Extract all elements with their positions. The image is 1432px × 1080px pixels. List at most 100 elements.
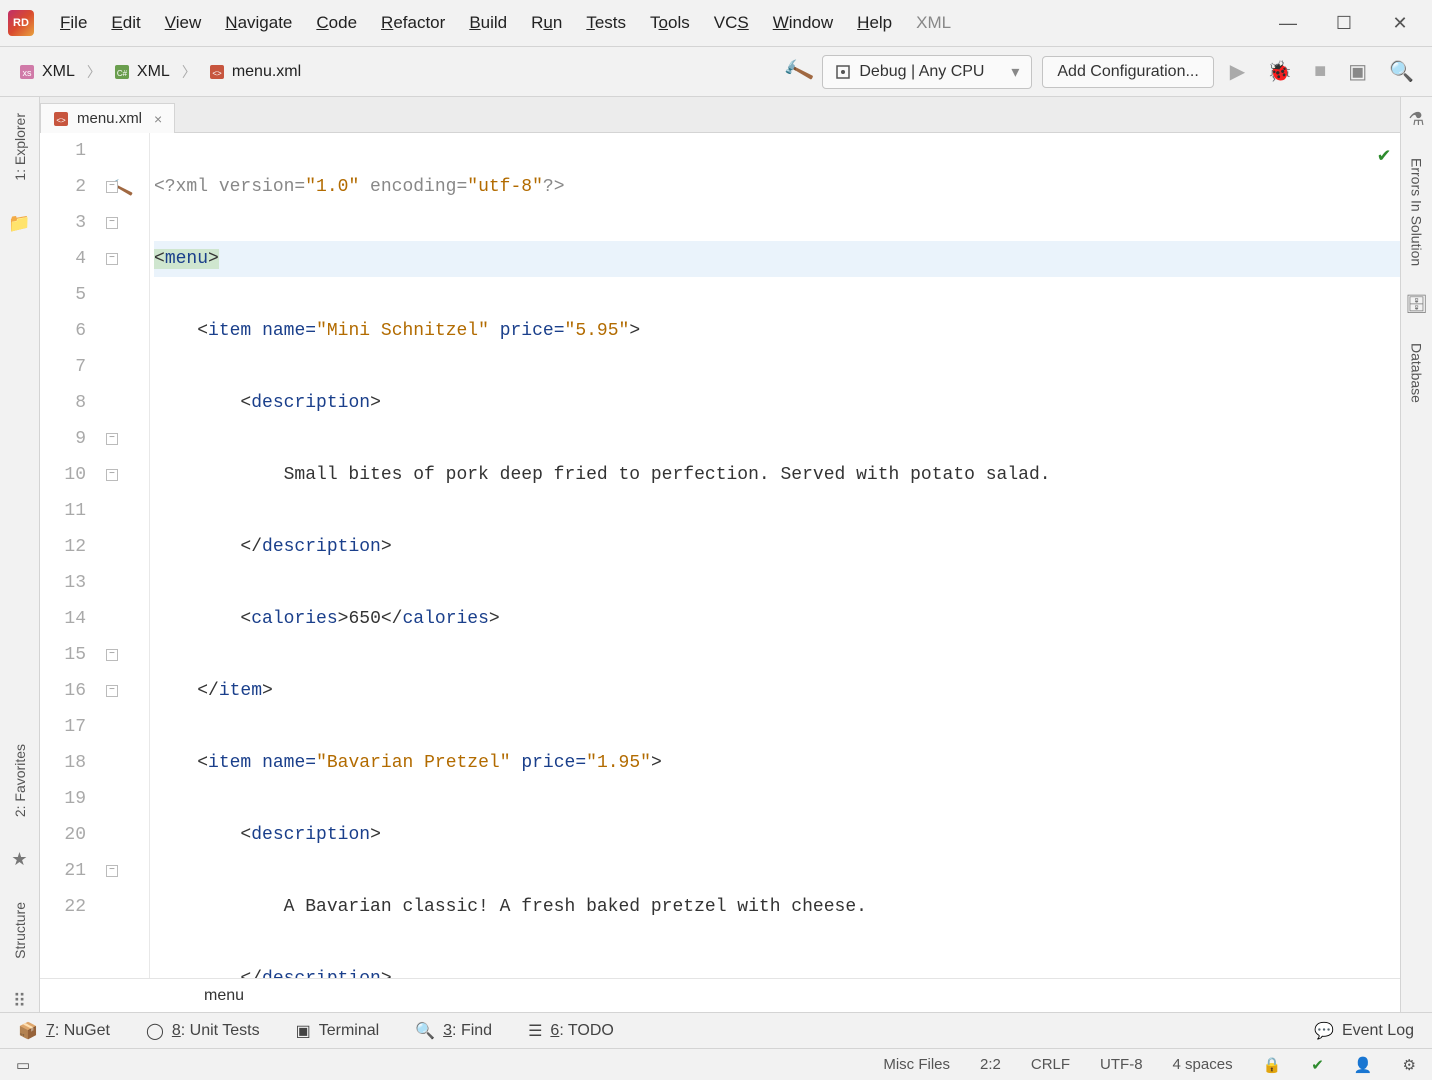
debug-config-icon [835,64,851,80]
add-configuration-button[interactable]: Add Configuration... [1042,56,1213,88]
flask-icon[interactable]: ⚗ [1408,109,1424,130]
menu-build[interactable]: Build [459,9,517,37]
menu-navigate[interactable]: Navigate [215,9,302,37]
close-icon[interactable]: ✕ [1388,11,1412,35]
inspection-ok-icon: ✔ [1378,139,1390,175]
menu-vcs[interactable]: VCS [704,9,759,37]
list-icon: ☰ [528,1021,542,1041]
menu-xml[interactable]: XML [906,9,961,37]
database-tool-button[interactable]: Database [1409,335,1425,411]
editor-breadcrumb[interactable]: menu [40,978,1400,1012]
status-bar: ▭ Misc Files 2:2 CRLF UTF-8 4 spaces 🔒 ✔… [0,1048,1432,1080]
star-icon[interactable]: ★ [11,849,27,870]
status-caret-position[interactable]: 2:2 [976,1056,1005,1073]
fold-toggle-icon[interactable]: − [106,217,118,229]
menu-code[interactable]: Code [306,9,367,37]
svg-text:xs: xs [23,68,33,78]
menu-edit[interactable]: Edit [101,9,150,37]
minimize-icon[interactable]: — [1276,11,1300,35]
toolbar: xs XML 〉 C# XML 〉 <> menu.xml 🔨 Debug | … [0,47,1432,97]
run-icon[interactable]: ▶ [1224,57,1251,86]
menu-view[interactable]: View [155,9,212,37]
breadcrumb-project[interactable]: C# XML [107,61,176,83]
menu-help[interactable]: Help [847,9,902,37]
breadcrumb-node: menu [204,987,244,1005]
attach-process-icon[interactable]: ▣ [1342,57,1373,86]
menu-file[interactable]: File [50,9,97,37]
right-tool-rail: ⚗ Errors In Solution 🗄 Database [1400,97,1432,1012]
inspection-status-icon[interactable]: ✔ [1307,1056,1328,1074]
fold-toggle-icon[interactable]: − [106,181,118,193]
menu-refactor[interactable]: Refactor [371,9,455,37]
lock-icon[interactable]: 🔒 [1259,1056,1286,1074]
menu-window[interactable]: Window [763,9,843,37]
breadcrumb-file[interactable]: <> menu.xml [202,61,307,83]
breadcrumb-label: XML [42,63,75,81]
app-logo-icon: RD [8,10,34,36]
fold-gutter: 🔨 − − − − − − − − [104,133,150,978]
bottom-tool-bar: 📦7: NuGet ◯8: Unit Tests ▣Terminal 🔍3: F… [0,1012,1432,1048]
xml-file-icon: <> [53,111,69,127]
tests-icon: ◯ [146,1021,164,1041]
find-tool-button[interactable]: 🔍3: Find [415,1021,492,1041]
xml-file-icon: <> [208,63,226,81]
tool-windows-icon[interactable]: ▭ [12,1056,34,1074]
menu-run[interactable]: Run [521,9,572,37]
status-encoding[interactable]: UTF-8 [1096,1056,1147,1073]
run-config-dropdown[interactable]: Debug | Any CPU ▾ [822,55,1032,89]
status-misc-files[interactable]: Misc Files [879,1056,954,1073]
search-icon[interactable]: 🔍 [1383,57,1420,86]
structure-tool-button[interactable]: Structure [12,894,28,967]
terminal-icon: ▣ [296,1021,311,1041]
run-config-label: Debug | Any CPU [859,63,984,81]
todo-tool-button[interactable]: ☰6: TODO [528,1021,614,1041]
event-log-button[interactable]: 💬Event Log [1314,1021,1414,1041]
menubar: RD File Edit View Navigate Code Refactor… [0,0,1432,47]
stop-icon[interactable]: ■ [1308,58,1332,85]
left-tool-rail: 1: Explorer 📁 2: Favorites ★ Structure ⠿ [0,97,40,1012]
fold-toggle-icon[interactable]: − [106,253,118,265]
unit-tests-tool-button[interactable]: ◯8: Unit Tests [146,1021,260,1041]
nuget-icon: 📦 [18,1021,38,1041]
database-icon[interactable]: 🗄 [1405,294,1428,315]
chevron-right-icon: 〉 [87,62,101,82]
nuget-tool-button[interactable]: 📦7: NuGet [18,1021,110,1041]
svg-text:<>: <> [56,116,66,125]
maximize-icon[interactable]: ☐ [1332,11,1356,35]
build-hammer-icon[interactable]: 🔨 [781,55,816,89]
chat-icon: 💬 [1314,1021,1334,1041]
fold-toggle-icon[interactable]: − [106,469,118,481]
csharp-project-icon: C# [113,63,131,81]
editor-tab[interactable]: <> menu.xml × [40,103,175,133]
errors-tool-button[interactable]: Errors In Solution [1409,150,1425,274]
svg-text:<>: <> [212,69,222,78]
editor-tabbar: <> menu.xml × [40,97,1400,133]
folder-icon[interactable]: 📁 [8,213,30,234]
status-line-ending[interactable]: CRLF [1027,1056,1074,1073]
svg-text:C#: C# [117,69,128,78]
favorites-tool-button[interactable]: 2: Favorites [12,736,28,825]
status-indent[interactable]: 4 spaces [1169,1056,1237,1073]
code-editor[interactable]: 12345678910111213141516171819202122 🔨 − … [40,133,1400,978]
fold-toggle-icon[interactable]: − [106,685,118,697]
line-number-gutter: 12345678910111213141516171819202122 [40,133,104,978]
menu-tools[interactable]: Tools [640,9,700,37]
editor-column: <> menu.xml × 12345678910111213141516171… [40,97,1400,1012]
debug-bug-icon[interactable]: 🐞 [1261,57,1298,86]
fold-toggle-icon[interactable]: − [106,649,118,661]
fold-toggle-icon[interactable]: − [106,433,118,445]
memory-icon[interactable]: 👤 [1350,1056,1377,1074]
tab-label: menu.xml [77,110,142,127]
explorer-tool-button[interactable]: 1: Explorer [12,105,28,189]
ide-settings-icon[interactable]: ⚙ [1399,1056,1420,1074]
main-area: 1: Explorer 📁 2: Favorites ★ Structure ⠿… [0,97,1432,1012]
tab-close-icon[interactable]: × [154,111,162,127]
breadcrumb-root[interactable]: xs XML [12,61,81,83]
fold-toggle-icon[interactable]: − [106,865,118,877]
structure-icon[interactable]: ⠿ [13,991,26,1012]
code-content[interactable]: <?xml version="1.0" encoding="utf-8"?> <… [150,133,1400,978]
xml-solution-icon: xs [18,63,36,81]
terminal-tool-button[interactable]: ▣Terminal [296,1021,380,1041]
chevron-down-icon: ▾ [1011,62,1019,82]
menu-tests[interactable]: Tests [576,9,636,37]
